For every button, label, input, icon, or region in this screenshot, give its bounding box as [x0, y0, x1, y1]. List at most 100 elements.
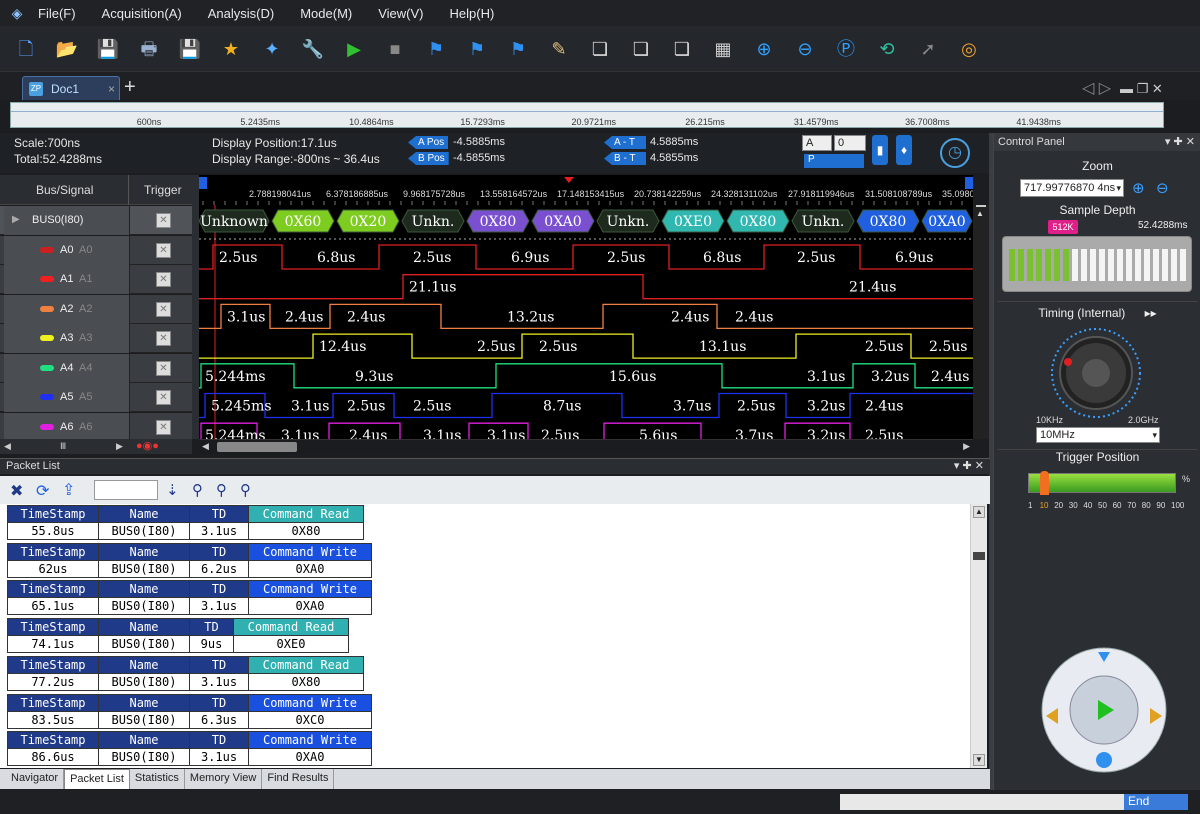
bottom-tab-memory-view[interactable]: Memory View	[185, 769, 263, 789]
expand-arrow-icon[interactable]: ▶	[12, 214, 20, 225]
p-marker[interactable]: P	[804, 154, 864, 168]
tab-doc1[interactable]: ZP Doc1 ×	[22, 76, 120, 100]
save-as-icon[interactable]: 💾	[178, 37, 202, 61]
zoom-select[interactable]: 717.99776870 4ns ▾	[1020, 179, 1124, 197]
trigger-condition-icon[interactable]: ✕	[156, 360, 171, 376]
refresh-icon[interactable]: ⟲	[875, 37, 899, 61]
favorite-star-icon[interactable]: ★	[219, 37, 243, 61]
packet-entry[interactable]: TimeStamp Name TD Command Read 74.1us BUS0(I8…	[7, 618, 349, 654]
menu-file[interactable]: File(F)	[38, 6, 76, 21]
menu-acquisition[interactable]: Acquisition(A)	[102, 6, 182, 21]
cursor-b-marker[interactable]	[965, 177, 973, 189]
packet-entry[interactable]: TimeStamp Name TD Command Read 55.8us BUS0(I8…	[7, 505, 364, 540]
signal-row-a3[interactable]: A3 A3 ✕	[0, 324, 192, 353]
help-lifebuoy-icon[interactable]: ◎	[957, 37, 981, 61]
trigger-condition-icon[interactable]: ✕	[156, 272, 171, 287]
zoom-fit-icon[interactable]: Ⓟ	[834, 37, 858, 61]
waveform-scroll-thumb[interactable]	[217, 442, 297, 452]
export-icon[interactable]: ⇪	[62, 480, 75, 500]
binary-icon[interactable]: ▦	[711, 37, 735, 61]
signal-row-a6[interactable]: A6 A6 ✕	[0, 412, 192, 442]
cursor-a-marker[interactable]	[199, 177, 207, 189]
navigation-wheel[interactable]	[1040, 646, 1168, 774]
trigger-condition-icon[interactable]: ✕	[156, 419, 171, 435]
marker-drop-icon[interactable]: ♦	[896, 135, 912, 165]
packet-entry[interactable]: TimeStamp Name TD Command Write 65.1us BUS0(I…	[7, 580, 372, 616]
docs-compare-icon[interactable]: ❏	[629, 37, 653, 61]
docs-export-icon[interactable]: ❏	[670, 37, 694, 61]
waveform-view[interactable]: 2.788198041us 6.378186885us 9.968175728us 1…	[199, 175, 973, 439]
cp-zoom-out-icon[interactable]: ⊖	[1156, 179, 1169, 197]
marker-up-icon[interactable]: ⚑	[465, 37, 489, 61]
waveform-canvas[interactable]: 2.788198041us 6.378186885us 9.968175728us 1…	[199, 175, 973, 439]
navigator-overview[interactable]: 600ns 5.2435ms 10.4864ms 15.7293ms 20.9721ms…	[10, 102, 1164, 128]
b-pos-tag[interactable]: B Pos	[408, 152, 449, 165]
zoom-in-icon[interactable]: ⊕	[752, 37, 776, 61]
cursor-select[interactable]: A	[802, 135, 832, 151]
trigger-slider-thumb[interactable]	[1039, 471, 1049, 495]
b-t-tag[interactable]: B - T	[604, 152, 646, 165]
new-doc-icon[interactable]: 🗋	[14, 37, 38, 61]
trigger-condition-icon[interactable]: ✕	[156, 213, 171, 228]
waveform-vertical-scrollbar[interactable]: ▲	[973, 205, 989, 439]
bottom-tab-packet-list[interactable]: Packet List	[64, 769, 130, 789]
sample-rate-select[interactable]: 10MHz ▾	[1036, 427, 1160, 443]
trigger-condition-icon[interactable]: ✕	[156, 331, 171, 346]
marker-pin-icon[interactable]: ▮	[872, 135, 888, 165]
packet-entry[interactable]: TimeStamp Name TD Command Write 62us BUS0(I80…	[7, 542, 372, 578]
menu-help[interactable]: Help(H)	[450, 6, 495, 21]
refresh-list-icon[interactable]: ⟳	[36, 481, 49, 501]
add-tab-icon[interactable]: +	[124, 76, 136, 99]
signal-row-a0[interactable]: A0 A0 ✕	[0, 235, 192, 265]
trigger-condition-icon[interactable]: ✕	[156, 301, 171, 317]
tab-close-icon[interactable]: ×	[108, 82, 115, 96]
docs-icon[interactable]: ❏	[588, 37, 612, 61]
packet-search-input[interactable]	[94, 480, 158, 500]
add-marker-icon[interactable]: ⚑	[424, 37, 448, 61]
find-icon[interactable]: ⚲	[192, 481, 203, 499]
marker-down-icon[interactable]: ⚑	[506, 37, 530, 61]
packet-list-scrollbar[interactable]: ▲ ▼	[970, 504, 987, 768]
sample-rate-knob[interactable]	[1050, 327, 1142, 419]
sample-depth-slider[interactable]	[1002, 236, 1192, 292]
trigger-condition-icon[interactable]: ✕	[156, 390, 171, 405]
wizard-icon[interactable]: ✦	[260, 37, 284, 61]
find-next-icon[interactable]: ⚲	[240, 481, 251, 499]
signal-row-a1[interactable]: A1 A1 ✕	[0, 265, 192, 294]
menu-mode[interactable]: Mode(M)	[300, 6, 352, 21]
bottom-tab-navigator[interactable]: Navigator	[6, 769, 65, 789]
cursor-number-select[interactable]: 0	[834, 135, 866, 151]
packet-entry[interactable]: TimeStamp Name TD Command Write 86.6us BUS0(I…	[7, 731, 372, 767]
stop-icon[interactable]: ■	[383, 37, 407, 61]
waveform-horizontal-scrollbar[interactable]: ◀ ▶	[199, 439, 973, 454]
run-icon[interactable]: ▶	[342, 37, 366, 61]
a-pos-tag[interactable]: A Pos	[408, 136, 449, 149]
find-prev-icon[interactable]: ⚲	[216, 481, 227, 499]
a-t-tag[interactable]: A - T	[604, 136, 646, 149]
trigger-condition-icon[interactable]: ✕	[156, 242, 171, 258]
tab-scroll-arrows-icon[interactable]: ◁ ▷ ▬ ❐ ✕	[1082, 78, 1163, 98]
flashlight-icon[interactable]: ✎	[547, 37, 571, 61]
print-icon[interactable]: 🖶	[137, 37, 161, 61]
bottom-tab-find-results[interactable]: Find Results	[262, 769, 335, 789]
zoom-out-icon[interactable]: ⊖	[793, 37, 817, 61]
tools-icon[interactable]: 🔧	[301, 37, 325, 61]
signal-waveform[interactable]	[199, 244, 973, 270]
bottom-tab-statistics[interactable]: Statistics	[130, 769, 185, 789]
control-panel-controls-icon[interactable]: ▾ ✚ ✕	[1165, 135, 1195, 148]
panel-controls-icon[interactable]: ▾ ✚ ✕	[954, 459, 984, 472]
signal-waveform[interactable]	[199, 333, 973, 359]
packet-entry[interactable]: TimeStamp Name TD Command Read 77.2us BUS0(I8…	[7, 655, 364, 691]
timing-expand-icon[interactable]: ▸▸	[1145, 306, 1157, 320]
record-icon[interactable]: ●◉●	[136, 439, 159, 452]
signal-row-a2[interactable]: A2 A2 ✕	[0, 294, 192, 324]
signal-list-scrollbar[interactable]: ◀ Ⅲ ▶ ●◉●	[0, 439, 192, 454]
pointer-icon[interactable]: ➚	[916, 37, 940, 61]
menu-analysis[interactable]: Analysis(D)	[208, 6, 274, 21]
open-folder-icon[interactable]: 📂	[55, 37, 79, 61]
cp-zoom-in-icon[interactable]: ⊕	[1132, 179, 1145, 197]
signal-waveform[interactable]	[199, 363, 973, 389]
signal-row-a5[interactable]: A5 A5 ✕	[0, 383, 192, 412]
clock-icon[interactable]: ◷	[940, 138, 970, 168]
clear-icon[interactable]: ✖	[10, 481, 23, 501]
